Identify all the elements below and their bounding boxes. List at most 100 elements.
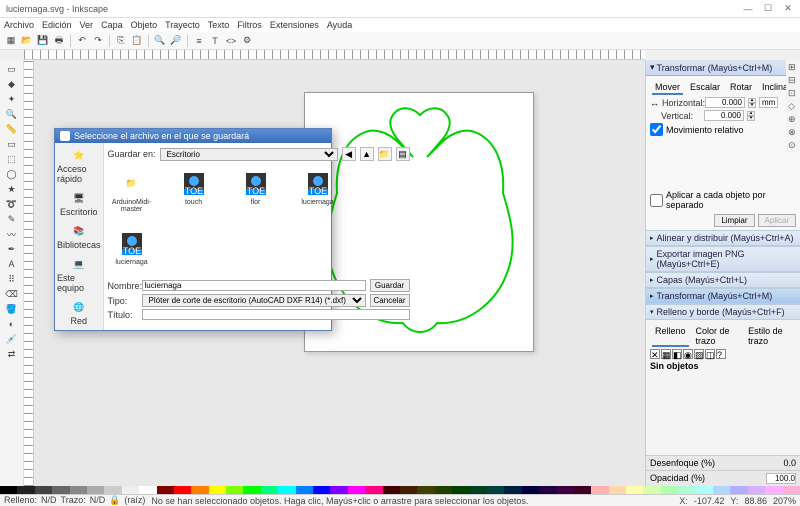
palette-swatch[interactable] <box>70 486 87 494</box>
file-item[interactable]: 📁ArduinoMidi-master <box>110 169 154 221</box>
palette-swatch[interactable] <box>243 486 260 494</box>
palette-swatch[interactable] <box>209 486 226 494</box>
menu-extensiones[interactable]: Extensiones <box>270 20 319 30</box>
accordion-fill[interactable]: ▾Relleno y borde (Mayús+Ctrl+F) <box>646 304 800 320</box>
tab-escalar[interactable]: Escalar <box>687 81 723 95</box>
minimize-button[interactable]: — <box>742 3 754 15</box>
snap-icon[interactable]: ⊗ <box>788 127 798 137</box>
tab-relleno[interactable]: Relleno <box>652 325 689 347</box>
palette-swatch[interactable] <box>748 486 765 494</box>
sidebar-item-libraries[interactable]: 📚Bibliotecas <box>57 223 101 250</box>
sidebar-item-desktop[interactable]: 🖥Escritorio <box>60 190 98 217</box>
save-icon[interactable]: 💾 <box>36 34 50 48</box>
pencil-tool-icon[interactable]: ✎ <box>3 212 21 226</box>
apply-each-checkbox[interactable] <box>650 194 663 207</box>
palette-swatch[interactable] <box>591 486 608 494</box>
palette-swatch[interactable] <box>348 486 365 494</box>
accordion-layers[interactable]: ▸Capas (Mayús+Ctrl+L) <box>646 272 800 288</box>
undo-icon[interactable]: ↶ <box>75 34 89 48</box>
palette-swatch[interactable] <box>765 486 782 494</box>
menu-ayuda[interactable]: Ayuda <box>327 20 352 30</box>
open-icon[interactable]: 📂 <box>20 34 34 48</box>
menu-archivo[interactable]: Archivo <box>4 20 34 30</box>
tab-mover[interactable]: Mover <box>652 81 683 95</box>
file-item[interactable]: TOEluciernaga <box>296 169 340 221</box>
opacity-input[interactable] <box>766 473 796 484</box>
linear-grad-icon[interactable]: ◧ <box>672 349 682 359</box>
unknown-icon[interactable]: ? <box>716 349 726 359</box>
menu-trayecto[interactable]: Trayecto <box>165 20 200 30</box>
rect-tool-icon[interactable]: ▭ <box>3 137 21 151</box>
palette-swatch[interactable] <box>400 486 417 494</box>
save-in-select[interactable]: Escritorio <box>160 148 338 161</box>
canvas-area[interactable]: Seleccione el archivo en el que se guard… <box>24 60 645 486</box>
menu-texto[interactable]: Texto <box>208 20 230 30</box>
snap-icon[interactable]: ⊡ <box>788 88 798 98</box>
accordion-export[interactable]: ▸Exportar imagen PNG (Mayús+Ctrl+E) <box>646 246 800 272</box>
text-icon[interactable]: T <box>208 34 222 48</box>
palette-swatch[interactable] <box>174 486 191 494</box>
swatch-icon[interactable]: ◫ <box>705 349 715 359</box>
menu-ver[interactable]: Ver <box>80 20 94 30</box>
type-select[interactable]: Plóter de corte de escritorio (AutoCAD D… <box>142 294 366 307</box>
paste-icon[interactable]: 📋 <box>130 34 144 48</box>
nav-back-icon[interactable]: ◀ <box>342 147 356 161</box>
copy-icon[interactable]: ⎘ <box>114 34 128 48</box>
vertical-input[interactable] <box>704 110 744 121</box>
unit-select[interactable]: mm <box>759 97 778 108</box>
tab-colortrazo[interactable]: Color de trazo <box>693 325 742 347</box>
file-list-2[interactable]: TOEluciernaga <box>108 225 410 275</box>
xml-icon[interactable]: <> <box>224 34 238 48</box>
relative-checkbox[interactable] <box>650 123 663 136</box>
connector-tool-icon[interactable]: ⇄ <box>3 347 21 361</box>
select-tool-icon[interactable]: ▭ <box>3 62 21 76</box>
palette-swatch[interactable] <box>643 486 660 494</box>
palette-swatch[interactable] <box>730 486 747 494</box>
palette-swatch[interactable] <box>261 486 278 494</box>
palette-swatch[interactable] <box>191 486 208 494</box>
measure-tool-icon[interactable]: 📏 <box>3 122 21 136</box>
palette-swatch[interactable] <box>783 486 800 494</box>
calligraphy-tool-icon[interactable]: ✒ <box>3 242 21 256</box>
palette-swatch[interactable] <box>417 486 434 494</box>
file-item[interactable]: TOEluciernaga <box>110 229 154 271</box>
palette-swatch[interactable] <box>226 486 243 494</box>
palette-swatch[interactable] <box>487 486 504 494</box>
name-input[interactable] <box>142 280 366 291</box>
file-item[interactable]: TOEtouch <box>172 169 216 221</box>
spray-tool-icon[interactable]: ⠿ <box>3 272 21 286</box>
layer-indicator[interactable]: (raíz) <box>124 495 145 506</box>
nav-view-icon[interactable]: ▤ <box>396 147 410 161</box>
no-fill-icon[interactable]: ✕ <box>650 349 660 359</box>
star-tool-icon[interactable]: ★ <box>3 182 21 196</box>
palette-swatch[interactable] <box>626 486 643 494</box>
palette-swatch[interactable] <box>87 486 104 494</box>
snap-icon[interactable]: ⊕ <box>788 114 798 124</box>
nav-up-icon[interactable]: ▲ <box>360 147 374 161</box>
palette-swatch[interactable] <box>661 486 678 494</box>
gradient-tool-icon[interactable]: ◐ <box>3 317 21 331</box>
palette-swatch[interactable] <box>313 486 330 494</box>
palette-swatch[interactable] <box>609 486 626 494</box>
palette-swatch[interactable] <box>383 486 400 494</box>
tab-estilotrazo[interactable]: Estilo de trazo <box>745 325 794 347</box>
sidebar-item-thispc[interactable]: 💻Este equipo <box>57 256 101 293</box>
redo-icon[interactable]: ↷ <box>91 34 105 48</box>
palette-swatch[interactable] <box>470 486 487 494</box>
palette-swatch[interactable] <box>557 486 574 494</box>
palette-swatch[interactable] <box>678 486 695 494</box>
accordion-transform[interactable]: ▸Transformar (Mayús+Ctrl+M) <box>646 288 800 304</box>
zoom-tool-icon[interactable]: 🔍 <box>3 107 21 121</box>
flat-fill-icon[interactable]: ▦ <box>661 349 671 359</box>
tab-rotar[interactable]: Rotar <box>727 81 755 95</box>
zoom-in-icon[interactable]: 🔍 <box>153 34 167 48</box>
palette-swatch[interactable] <box>139 486 156 494</box>
palette-swatch[interactable] <box>574 486 591 494</box>
new-icon[interactable]: ▦ <box>4 34 18 48</box>
align-icon[interactable]: ≡ <box>192 34 206 48</box>
save-button[interactable]: Guardar <box>370 279 410 292</box>
close-button[interactable]: ✕ <box>782 3 794 15</box>
palette-swatch[interactable] <box>104 486 121 494</box>
radial-grad-icon[interactable]: ◉ <box>683 349 693 359</box>
palette-swatch[interactable] <box>330 486 347 494</box>
